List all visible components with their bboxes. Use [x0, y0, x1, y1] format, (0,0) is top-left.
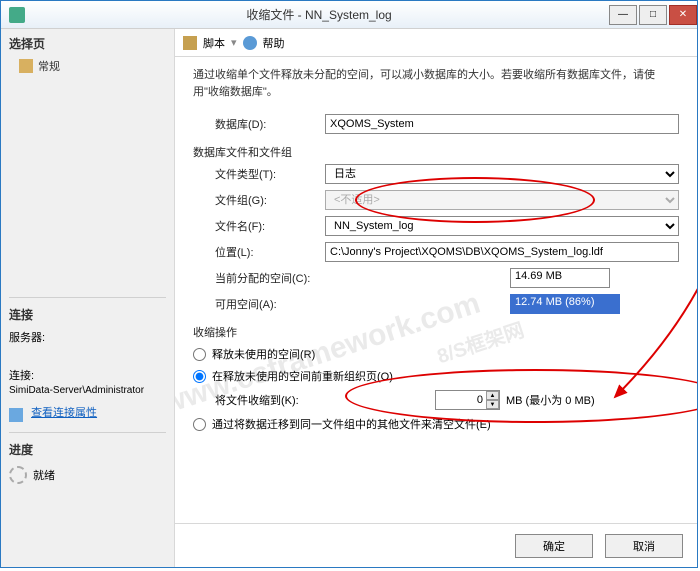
cancel-button[interactable]: 取消	[605, 534, 683, 558]
connection-props-icon	[9, 408, 23, 422]
radio-empty-label: 通过将数据迁移到同一文件组中的其他文件来清空文件(E)	[212, 416, 491, 432]
spin-up-button[interactable]: ▲	[486, 391, 499, 400]
minimize-button[interactable]: —	[609, 5, 637, 25]
ok-button[interactable]: 确定	[515, 534, 593, 558]
shrink-action-header: 收缩操作	[193, 324, 679, 340]
allocated-value: 14.69 MB	[510, 268, 610, 288]
script-icon	[183, 36, 197, 50]
progress-spinner-icon	[9, 466, 27, 484]
script-button[interactable]: 脚本	[203, 35, 225, 51]
progress-header: 进度	[9, 441, 166, 458]
shrink-to-label: 将文件收缩到(K):	[215, 392, 435, 408]
conn-value: SimiData-Server\Administrator	[9, 385, 166, 396]
location-label: 位置(L):	[215, 244, 325, 260]
help-button[interactable]: 帮助	[263, 35, 285, 51]
maximize-button[interactable]: □	[639, 5, 667, 25]
page-icon	[19, 59, 33, 73]
files-group-header: 数据库文件和文件组	[193, 144, 679, 160]
window-frame: 收缩文件 - NN_System_log — □ ✕ 选择页 常规 连接 服务器…	[0, 0, 698, 568]
available-label: 可用空间(A):	[215, 296, 365, 312]
file-name-label: 文件名(F):	[215, 218, 325, 234]
location-field	[325, 242, 679, 262]
content-area: 通过收缩单个文件释放未分配的空间，可以减小数据库的大小。若要收缩所有数据库文件，…	[175, 57, 697, 523]
shrink-to-unit: MB (最小为 0 MB)	[506, 392, 595, 408]
button-bar: 确定 取消	[175, 523, 697, 567]
file-type-select[interactable]: 日志	[325, 164, 679, 184]
app-icon	[9, 7, 25, 23]
progress-status: 就绪	[33, 467, 55, 483]
help-icon	[243, 36, 257, 50]
nav-general[interactable]: 常规	[9, 56, 166, 76]
connection-header: 连接	[9, 306, 166, 323]
right-content-pane: 脚本 ▾ 帮助 通过收缩单个文件释放未分配的空间，可以减小数据库的大小。若要收缩…	[175, 29, 697, 567]
server-label: 服务器:	[9, 329, 166, 345]
left-nav-pane: 选择页 常规 连接 服务器: 连接: SimiData-Server\Admin…	[1, 29, 175, 567]
database-field	[325, 114, 679, 134]
description-text: 通过收缩单个文件释放未分配的空间，可以减小数据库的大小。若要收缩所有数据库文件，…	[193, 67, 679, 100]
radio-reorganize[interactable]	[193, 370, 206, 383]
view-connection-props-link[interactable]: 查看连接属性	[31, 407, 97, 419]
allocated-label: 当前分配的空间(C):	[215, 270, 365, 286]
database-label: 数据库(D):	[215, 116, 325, 132]
conn-label: 连接:	[9, 367, 166, 383]
file-type-label: 文件类型(T):	[215, 166, 325, 182]
toolbar: 脚本 ▾ 帮助	[175, 29, 697, 57]
radio-release-label: 释放未使用的空间(R)	[212, 346, 315, 362]
spin-down-button[interactable]: ▼	[486, 400, 499, 409]
available-value: 12.74 MB (86%)	[510, 294, 620, 314]
close-button[interactable]: ✕	[669, 5, 697, 25]
radio-empty-file[interactable]	[193, 418, 206, 431]
nav-general-label: 常规	[38, 58, 60, 74]
radio-release-unused[interactable]	[193, 348, 206, 361]
titlebar[interactable]: 收缩文件 - NN_System_log — □ ✕	[1, 1, 697, 29]
file-name-select[interactable]: NN_System_log	[325, 216, 679, 236]
radio-reorganize-label: 在释放未使用的空间前重新组织页(O)	[212, 368, 393, 384]
window-title: 收缩文件 - NN_System_log	[31, 6, 607, 23]
file-group-label: 文件组(G):	[215, 192, 325, 208]
select-page-header: 选择页	[9, 35, 166, 52]
file-group-select: <不适用>	[325, 190, 679, 210]
toolbar-separator: ▾	[231, 36, 237, 49]
server-value	[9, 347, 166, 361]
